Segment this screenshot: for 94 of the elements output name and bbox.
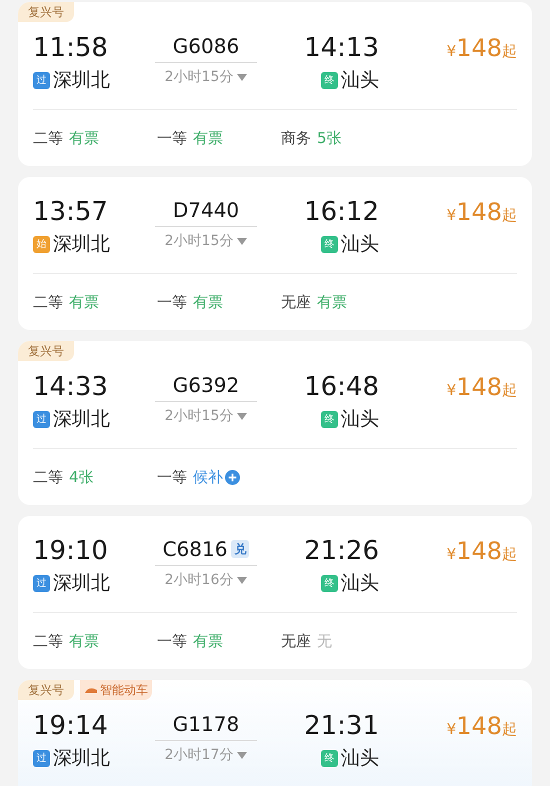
price: 148 xyxy=(456,197,502,227)
station-badge: 过 xyxy=(33,750,50,766)
train-card[interactable]: 复兴号 11:58 过 深圳北 G6086 2小时15分 14:13 终 汕头 ¥148起 二等 有票 一等 有票 商务 5张 xyxy=(18,2,532,166)
train-number: C6816 xyxy=(162,536,228,563)
duration-toggle[interactable]: 2小时15分 xyxy=(164,67,248,88)
duration-toggle[interactable]: 2小时16分 xyxy=(164,570,248,591)
seat-class: 二等 xyxy=(33,466,63,488)
seat-class: 一等 xyxy=(157,128,187,149)
train-card[interactable]: 19:10 过 深圳北 C6816 兑 2小时16分 21:26 终 汕头 ¥148起 二等 有票 一等 有票 无座 无 xyxy=(18,516,532,669)
arrival-station: 汕头 xyxy=(341,232,379,257)
train-badge: 兑 xyxy=(231,540,250,558)
arrival-station: 汕头 xyxy=(341,407,379,432)
seat-availability: 无 xyxy=(317,630,332,652)
departure-station: 深圳北 xyxy=(53,746,110,771)
departure-station: 深圳北 xyxy=(53,571,110,596)
price-suffix: 起 xyxy=(502,41,517,62)
departure-time: 19:14 xyxy=(33,711,109,741)
price: 148 xyxy=(456,711,502,741)
arrival-station: 汕头 xyxy=(341,68,379,93)
caret-icon xyxy=(237,577,248,584)
smart-train-tag: 智能动车 xyxy=(80,680,152,700)
currency-symbol: ¥ xyxy=(446,380,456,401)
station-badge: 过 xyxy=(33,410,50,428)
train-card[interactable]: 复兴号 智能动车 19:14 过 深圳北 G1178 2小时17分 21:31 终 汕头 ¥148起 xyxy=(18,680,532,786)
duration-toggle[interactable]: 2小时15分 xyxy=(164,231,248,252)
seat-availability: 有票 xyxy=(69,630,99,652)
seat-class: 一等 xyxy=(157,466,187,488)
caret-icon xyxy=(237,752,248,759)
arrival-time: 21:31 xyxy=(304,711,379,741)
seat-class: 二等 xyxy=(33,630,63,652)
seat-availability: 有票 xyxy=(193,630,223,652)
station-badge: 终 xyxy=(321,410,338,428)
price: 148 xyxy=(456,33,502,63)
plus-icon[interactable] xyxy=(225,470,240,484)
arrival-time: 16:12 xyxy=(304,197,379,227)
duration-toggle[interactable]: 2小时17分 xyxy=(164,745,248,766)
seat-class: 无座 xyxy=(281,292,311,313)
seat-availability: 有票 xyxy=(193,128,223,149)
train-number: G6086 xyxy=(172,33,240,60)
currency-symbol: ¥ xyxy=(446,41,456,62)
arrival-time: 21:26 xyxy=(304,536,379,566)
station-badge: 终 xyxy=(321,750,338,766)
train-number: G1178 xyxy=(172,711,240,738)
seat-class: 无座 xyxy=(281,630,311,652)
caret-icon xyxy=(237,238,248,245)
price-suffix: 起 xyxy=(502,205,517,226)
arrival-station: 汕头 xyxy=(341,746,379,771)
departure-time: 11:58 xyxy=(33,33,109,63)
price: 148 xyxy=(456,372,502,402)
currency-symbol: ¥ xyxy=(446,544,456,565)
station-badge: 终 xyxy=(321,574,338,592)
price-suffix: 起 xyxy=(502,380,517,401)
seat-class: 二等 xyxy=(33,292,63,313)
seat-class: 一等 xyxy=(157,630,187,652)
departure-time: 14:33 xyxy=(33,372,109,402)
arrival-time: 16:48 xyxy=(304,372,379,402)
seat-availability: 有票 xyxy=(317,292,347,313)
departure-station: 深圳北 xyxy=(53,407,110,432)
seat-availability: 有票 xyxy=(69,292,99,313)
caret-icon xyxy=(237,74,248,81)
seat-class: 一等 xyxy=(157,292,187,313)
train-number: G6392 xyxy=(172,372,240,399)
train-number: D7440 xyxy=(172,197,240,224)
seat-class: 商务 xyxy=(281,128,311,149)
station-badge: 终 xyxy=(321,72,338,88)
station-badge: 始 xyxy=(33,236,50,252)
caret-icon xyxy=(237,413,248,420)
seat-availability: 有票 xyxy=(193,292,223,313)
arrival-time: 14:13 xyxy=(304,33,379,63)
departure-time: 19:10 xyxy=(33,536,109,566)
price-suffix: 起 xyxy=(502,719,517,740)
train-icon xyxy=(84,686,98,694)
arrival-station: 汕头 xyxy=(341,571,379,596)
currency-symbol: ¥ xyxy=(446,205,456,226)
train-card[interactable]: 复兴号 14:33 过 深圳北 G6392 2小时15分 16:48 终 汕头 ¥148起 二等 4张 一等 候补 xyxy=(18,341,532,505)
seat-class: 二等 xyxy=(33,128,63,149)
station-badge: 过 xyxy=(33,574,50,592)
seat-availability[interactable]: 候补 xyxy=(193,466,223,488)
train-type-tag: 复兴号 xyxy=(18,2,74,22)
price: 148 xyxy=(456,536,502,566)
currency-symbol: ¥ xyxy=(446,719,456,740)
station-badge: 终 xyxy=(321,236,338,252)
departure-station: 深圳北 xyxy=(53,68,110,93)
duration-toggle[interactable]: 2小时15分 xyxy=(164,406,248,427)
seat-availability: 5张 xyxy=(317,128,342,149)
station-badge: 过 xyxy=(33,72,50,88)
train-type-tag: 复兴号 xyxy=(18,341,74,361)
departure-station: 深圳北 xyxy=(53,232,110,257)
price-suffix: 起 xyxy=(502,544,517,565)
seat-availability: 有票 xyxy=(69,128,99,149)
departure-time: 13:57 xyxy=(33,197,109,227)
seat-availability: 4张 xyxy=(69,466,94,488)
train-type-tag: 复兴号 xyxy=(18,680,74,700)
train-card[interactable]: 13:57 始 深圳北 D7440 2小时15分 16:12 终 汕头 ¥148起 二等 有票 一等 有票 无座 有票 xyxy=(18,177,532,330)
